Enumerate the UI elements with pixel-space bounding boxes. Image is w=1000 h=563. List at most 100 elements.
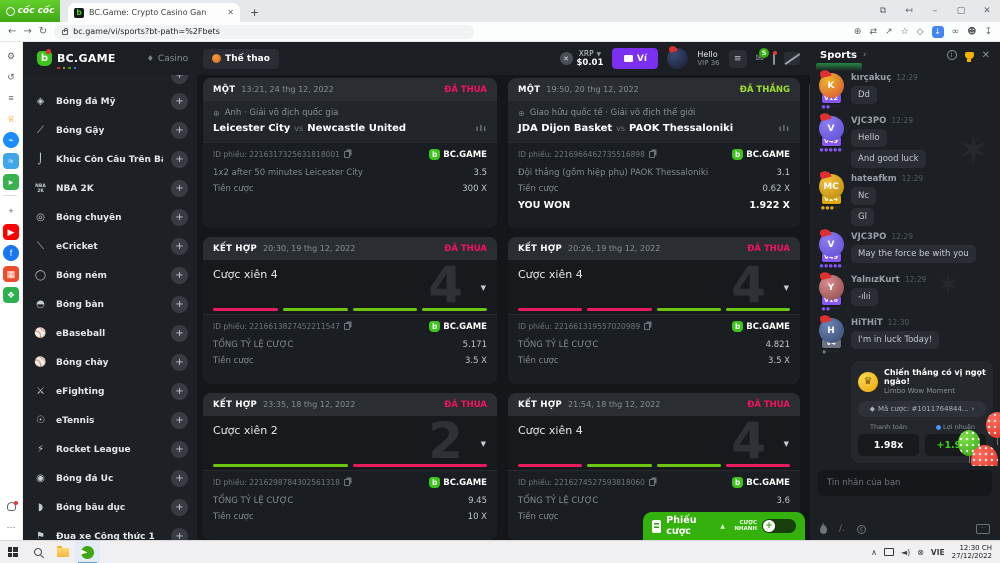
wallet-button[interactable]: Ví <box>612 48 658 69</box>
chat-room-tab[interactable]: Sports <box>820 50 857 61</box>
copy-icon[interactable] <box>644 323 650 330</box>
sidebar-item-ebaseball[interactable]: ⚾ eBaseball + <box>23 319 197 348</box>
expand-plus-button[interactable]: + <box>171 75 188 84</box>
translate-icon[interactable]: ⇄ <box>869 27 877 37</box>
youtube-icon[interactable]: ▶ <box>3 224 19 240</box>
avatar[interactable]: Y <box>819 275 844 300</box>
nav-sports[interactable]: Thế thao <box>203 49 279 69</box>
bet-card-single[interactable]: MỘT 13:21, 24 thg 12, 2022 ĐÃ THUA ⊕ Anh… <box>203 78 497 228</box>
download-plus-icon[interactable]: ⊕ <box>854 27 862 37</box>
chat-username[interactable]: HiTHiT <box>851 318 883 328</box>
expand-plus-button[interactable]: + <box>171 209 188 226</box>
shopee-icon[interactable]: ▦ <box>3 266 19 282</box>
minimize-button[interactable]: – <box>922 0 948 22</box>
sidebar-item-etennis[interactable]: ☉ eTennis + <box>23 406 197 435</box>
start-button[interactable] <box>0 541 25 563</box>
rewards-crown-icon[interactable]: ♕ <box>3 111 19 127</box>
rain-tip-icon[interactable] <box>820 525 827 534</box>
avatar[interactable]: V <box>819 116 844 141</box>
bookmark-star-icon[interactable]: ☆ <box>901 27 909 37</box>
browser-tab[interactable]: b BC.Game: Crypto Casino Gan ✕ <box>68 3 240 22</box>
sidebar-item-american-football[interactable]: ◈ Bóng đá Mỹ + <box>23 87 197 116</box>
expand-plus-button[interactable]: + <box>171 267 188 284</box>
incognito-icon[interactable]: ∞ <box>952 27 960 37</box>
chat-username[interactable]: kırçakuç <box>851 73 891 83</box>
sidebar-item-rugby[interactable]: ◗ Bóng bầu dục + <box>23 493 197 522</box>
chevron-down-icon[interactable]: ▼ <box>784 440 789 448</box>
address-bar[interactable]: bc.game/vi/sports?bt-path=%2Fbets <box>54 25 474 39</box>
sidebar-item-handball[interactable]: ◯ Bóng ném + <box>23 261 197 290</box>
expand-plus-button[interactable]: + <box>171 325 188 342</box>
share-icon[interactable]: ↗ <box>885 27 893 37</box>
sidebar-item-volleyball[interactable]: ◎ Bóng chuyền + <box>23 203 197 232</box>
user-avatar[interactable] <box>667 48 688 69</box>
betslip-button[interactable]: Phiếu cược ▲ CƯỢC NHANH + <box>643 512 805 540</box>
copy-icon[interactable] <box>344 151 350 158</box>
chat-username[interactable]: YalnızKurt <box>851 275 900 285</box>
stats-bars-icon[interactable]: ılı <box>779 124 790 133</box>
chat-message-input[interactable] <box>818 470 992 496</box>
chevron-right-icon[interactable]: › <box>863 50 867 60</box>
sidebar-item-ecricket[interactable]: ⟍ eCricket + <box>23 232 197 261</box>
chat-toggle-icon[interactable] <box>784 52 800 65</box>
maximize-button[interactable]: ▢ <box>948 0 974 22</box>
chevron-down-icon[interactable]: ▼ <box>784 284 789 292</box>
new-tab-button[interactable]: + <box>250 6 259 19</box>
expand-plus-button[interactable]: + <box>171 238 188 255</box>
menu-hamburger-icon[interactable]: ≡ <box>729 50 747 68</box>
expand-plus-button[interactable]: + <box>171 441 188 458</box>
expand-plus-button[interactable]: + <box>171 180 188 197</box>
copy-icon[interactable] <box>649 479 655 486</box>
weather-icon[interactable]: ≈ <box>3 153 19 169</box>
reading-list-icon[interactable]: ≡ <box>3 90 19 106</box>
bet-card-combo[interactable]: KẾT HỢP 23:35, 18 thg 12, 2022 ĐÃ THUA C… <box>203 393 497 540</box>
copy-icon[interactable] <box>649 151 655 158</box>
games-icon[interactable]: ▸ <box>3 174 19 190</box>
chevron-down-icon[interactable]: ▼ <box>481 440 486 448</box>
forward-icon[interactable]: → <box>23 26 31 37</box>
sidebar-item-efighting[interactable]: ⚔ eFighting + <box>23 377 197 406</box>
language-indicator[interactable]: VIE <box>931 548 945 557</box>
expand-plus-button[interactable]: + <box>171 151 188 168</box>
add-shortcut-icon[interactable]: + <box>3 203 19 219</box>
savior-download-icon[interactable]: ↓ <box>932 26 944 38</box>
expand-plus-button[interactable]: + <box>171 383 188 400</box>
keyboard-icon[interactable]: ··· <box>976 524 990 534</box>
expand-plus-button[interactable]: + <box>171 412 188 429</box>
sidebar-item-aussie-rules[interactable]: ◉ Bóng đá Úc + <box>23 464 197 493</box>
sidebar-item-nba-2k[interactable]: NBA 2K NBA 2K + <box>23 174 197 203</box>
bcgame-logo[interactable]: b BC.GAME <box>37 51 116 66</box>
taskbar-search-icon[interactable] <box>25 541 50 563</box>
quick-bet-toggle[interactable]: + <box>762 519 796 533</box>
profile-icon[interactable]: ☻ <box>967 27 976 37</box>
chevron-down-icon[interactable]: ▼ <box>481 284 486 292</box>
chat-close-icon[interactable]: ✕ <box>982 50 990 61</box>
sidebar-item-baseball[interactable]: ⚾ Bóng chày + <box>23 348 197 377</box>
avatar[interactable]: H <box>819 318 844 343</box>
coccoc-taskbar-icon[interactable] <box>75 541 100 563</box>
avatar[interactable]: V <box>819 232 844 257</box>
currency-selector[interactable]: ✕ XRP ▼ $0.01 <box>560 50 604 67</box>
facebook-icon[interactable]: f <box>3 245 19 261</box>
sidebar-item-cricket[interactable]: ⟋ Bóng Gậy + <box>23 116 197 145</box>
sidebar-item-rocket-league[interactable]: ⚡ Rocket League + <box>23 435 197 464</box>
expand-plus-button[interactable]: + <box>171 122 188 139</box>
messenger-icon[interactable]: ⌁ <box>3 132 19 148</box>
trophy-icon[interactable] <box>965 52 974 59</box>
network-icon[interactable] <box>884 548 894 556</box>
download-arrow-icon[interactable]: ↤ <box>896 0 922 22</box>
expand-plus-button[interactable]: + <box>171 93 188 110</box>
chat-username[interactable]: hateafkm <box>851 174 897 184</box>
adblock-shield-icon[interactable]: ◇ <box>917 27 924 37</box>
expand-plus-button[interactable]: + <box>171 499 188 516</box>
close-button[interactable]: ✕ <box>974 0 1000 22</box>
bet-id-pill[interactable]: ◆ Mã cược: #1011764844... › <box>858 401 986 417</box>
file-explorer-icon[interactable] <box>50 541 75 563</box>
tab-close-icon[interactable]: ✕ <box>227 8 234 17</box>
expand-plus-button[interactable]: + <box>171 528 188 540</box>
tray-expand-icon[interactable]: ∧ <box>871 548 877 557</box>
bet-card-combo[interactable]: KẾT HỢP 20:30, 19 thg 12, 2022 ĐÃ THUA C… <box>203 237 497 384</box>
dismiss-icon[interactable]: ⊗ <box>917 548 924 557</box>
chat-username[interactable]: VJC3PO <box>851 232 886 242</box>
avatar[interactable]: MC <box>819 174 844 199</box>
